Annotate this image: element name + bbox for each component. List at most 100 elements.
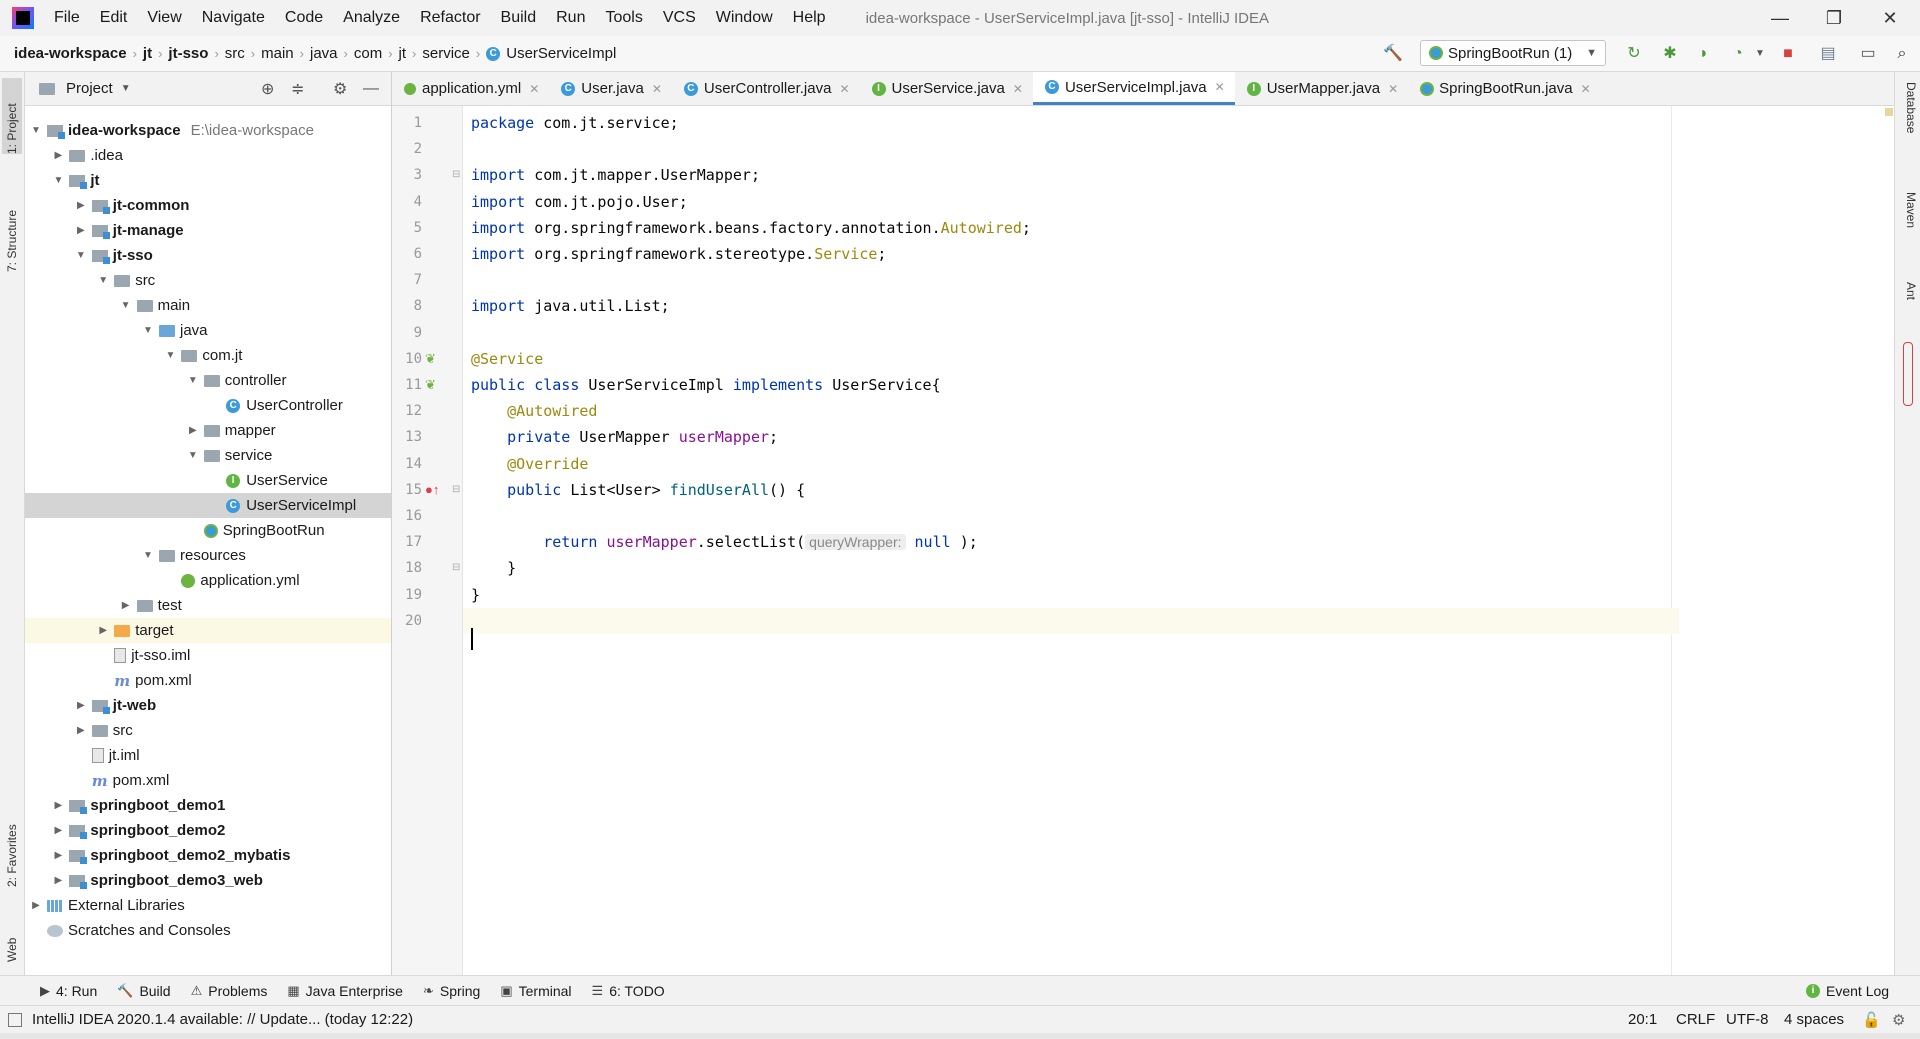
close-tab-icon[interactable]: ✕ [1581, 82, 1591, 96]
close-window-button[interactable]: ✕ [1862, 0, 1918, 36]
cursor-position[interactable]: 20:1 [1628, 1011, 1657, 1028]
editor-scrollbar-marker[interactable] [1903, 342, 1913, 406]
bottom-tool-run[interactable]: ▶ 4: Run [30, 983, 107, 999]
read-only-lock-icon[interactable]: 🔓 [1862, 1011, 1881, 1029]
tree-item[interactable]: ▼ jt-sso [25, 243, 391, 268]
implementing-method-gutter-icon[interactable]: ●↑ [425, 477, 439, 503]
menu-item-window[interactable]: Window [706, 0, 783, 36]
tree-item[interactable]: ▼ src [25, 268, 391, 293]
fold-marker-icon[interactable]: ⊟ [452, 555, 460, 581]
expanded-arrow-icon[interactable]: ▼ [51, 175, 65, 186]
tree-item[interactable]: ▼ main [25, 293, 391, 318]
editor-tab[interactable]: SpringBootRun.java ✕ [1408, 72, 1600, 105]
tree-item[interactable]: ▼ com.jt [25, 343, 391, 368]
bottom-tool-javaenterprise[interactable]: ▦ Java Enterprise [277, 983, 413, 999]
tree-item[interactable]: m pom.xml [25, 768, 391, 793]
line-separator[interactable]: CRLF [1676, 1011, 1715, 1028]
menu-item-help[interactable]: Help [783, 0, 836, 36]
menu-item-run[interactable]: Run [546, 0, 595, 36]
debug-bug-icon[interactable]: ✱ [1660, 44, 1680, 64]
menu-item-vcs[interactable]: VCS [653, 0, 706, 36]
tree-item[interactable]: ▼ controller [25, 368, 391, 393]
tree-item[interactable]: ▶ springboot_demo1 [25, 793, 391, 818]
menu-item-view[interactable]: View [137, 0, 191, 36]
tree-item[interactable]: ▶ target [25, 618, 391, 643]
tree-item[interactable]: ▼ service [25, 443, 391, 468]
stop-icon[interactable]: ■ [1778, 44, 1798, 64]
expanded-arrow-icon[interactable]: ▼ [96, 275, 110, 286]
tree-item[interactable]: ▶ .idea [25, 143, 391, 168]
collapse-all-icon[interactable]: ≑ [291, 79, 304, 99]
expanded-arrow-icon[interactable]: ▼ [74, 250, 88, 261]
collapsed-arrow-icon[interactable]: ▶ [29, 900, 43, 911]
menu-item-navigate[interactable]: Navigate [192, 0, 275, 36]
settings-gear-icon[interactable]: ⚙ [333, 79, 347, 99]
tree-item[interactable]: SpringBootRun [25, 518, 391, 543]
project-tool-tab[interactable]: 1: Project [2, 78, 22, 154]
expanded-arrow-icon[interactable]: ▼ [141, 325, 155, 336]
memory-indicator-icon[interactable]: ⚙ [1892, 1011, 1905, 1029]
project-structure-icon[interactable]: ▤ [1818, 44, 1838, 64]
collapsed-arrow-icon[interactable]: ▶ [51, 800, 65, 811]
collapsed-arrow-icon[interactable]: ▶ [119, 600, 133, 611]
menu-item-code[interactable]: Code [275, 0, 333, 36]
tree-item[interactable]: I UserService [25, 468, 391, 493]
tree-item[interactable]: m pom.xml [25, 668, 391, 693]
tree-item[interactable]: ▼ jt [25, 168, 391, 193]
maven-tool-tab[interactable]: Maven [1898, 192, 1918, 262]
project-panel-title[interactable]: Project [66, 80, 113, 97]
close-tab-icon[interactable]: ✕ [1215, 80, 1225, 94]
breadcrumb-item[interactable]: src [219, 45, 251, 62]
expanded-arrow-icon[interactable]: ▼ [119, 300, 133, 311]
breadcrumb-item[interactable]: com [348, 45, 388, 62]
tree-item[interactable]: ▶ jt-manage [25, 218, 391, 243]
breadcrumb-item[interactable]: jt [137, 45, 158, 62]
favorites-tool-tab[interactable]: 2: Favorites [2, 797, 22, 887]
editor-gutter[interactable]: 1 2 3 4 5 6 7 8 9 10 11 12 13 14 15 16 17 18 19 20 ❦ ❦ ●↑ ⊟ ⊟ ⊟ [392, 106, 463, 975]
collapsed-arrow-icon[interactable]: ▶ [51, 150, 65, 161]
inspection-status-icon[interactable] [1885, 108, 1893, 116]
database-tool-tab[interactable]: Database [1898, 82, 1918, 162]
file-encoding[interactable]: UTF-8 [1726, 1011, 1769, 1028]
editor-tab[interactable]: I UserService.java ✕ [860, 72, 1033, 105]
tree-item[interactable]: ▶ springboot_demo3_web [25, 868, 391, 893]
status-message[interactable]: IntelliJ IDEA 2020.1.4 available: // Upd… [32, 1011, 413, 1028]
collapsed-arrow-icon[interactable]: ▶ [96, 625, 110, 636]
breadcrumb-item[interactable]: idea-workspace [8, 45, 133, 62]
collapsed-arrow-icon[interactable]: ▶ [74, 725, 88, 736]
collapsed-arrow-icon[interactable]: ▶ [74, 200, 88, 211]
breadcrumb-item[interactable]: service [416, 45, 476, 62]
expanded-arrow-icon[interactable]: ▼ [163, 350, 177, 361]
tree-item[interactable]: C UserController [25, 393, 391, 418]
structure-tool-tab[interactable]: 7: Structure [2, 182, 22, 272]
tree-item[interactable]: ▶ springboot_demo2 [25, 818, 391, 843]
tree-item[interactable]: ▶ src [25, 718, 391, 743]
bottom-tool-todo[interactable]: ☰ 6: TODO [582, 983, 675, 999]
profile-chevron-icon[interactable]: ▼ [1750, 44, 1770, 64]
tree-item[interactable]: application.yml [25, 568, 391, 593]
close-tab-icon[interactable]: ✕ [652, 82, 662, 96]
expanded-arrow-icon[interactable]: ▼ [186, 375, 200, 386]
tree-item[interactable]: ▶ jt-web [25, 693, 391, 718]
indent-setting[interactable]: 4 spaces [1784, 1011, 1844, 1028]
tree-item[interactable]: C UserServiceImpl [25, 493, 391, 518]
minimize-button[interactable]: — [1752, 0, 1808, 36]
close-tab-icon[interactable]: ✕ [1388, 82, 1398, 96]
event-log-button[interactable]: i Event Log [1796, 983, 1899, 999]
expanded-arrow-icon[interactable]: ▼ [29, 125, 43, 136]
tree-item[interactable]: ▶ mapper [25, 418, 391, 443]
fold-marker-icon[interactable]: ⊟ [452, 477, 460, 503]
expanded-arrow-icon[interactable]: ▼ [186, 450, 200, 461]
fold-marker-icon[interactable]: ⊟ [452, 162, 460, 188]
close-tab-icon[interactable]: ✕ [529, 82, 539, 96]
locate-file-icon[interactable]: ⊕ [261, 79, 274, 99]
status-toggle-icon[interactable] [8, 1012, 22, 1027]
editor-tab[interactable]: C UserServiceImpl.java ✕ [1032, 72, 1235, 105]
run-configuration-select[interactable]: SpringBootRun (1) ▼ [1420, 40, 1606, 66]
menu-item-edit[interactable]: Edit [90, 0, 138, 36]
breadcrumb-item[interactable]: C UserServiceImpl [480, 45, 622, 62]
bottom-tool-build[interactable]: 🔨 Build [107, 983, 180, 999]
collapsed-arrow-icon[interactable]: ▶ [74, 700, 88, 711]
tree-item[interactable]: ▼ java [25, 318, 391, 343]
coverage-icon[interactable]: ◗ [1694, 44, 1714, 64]
